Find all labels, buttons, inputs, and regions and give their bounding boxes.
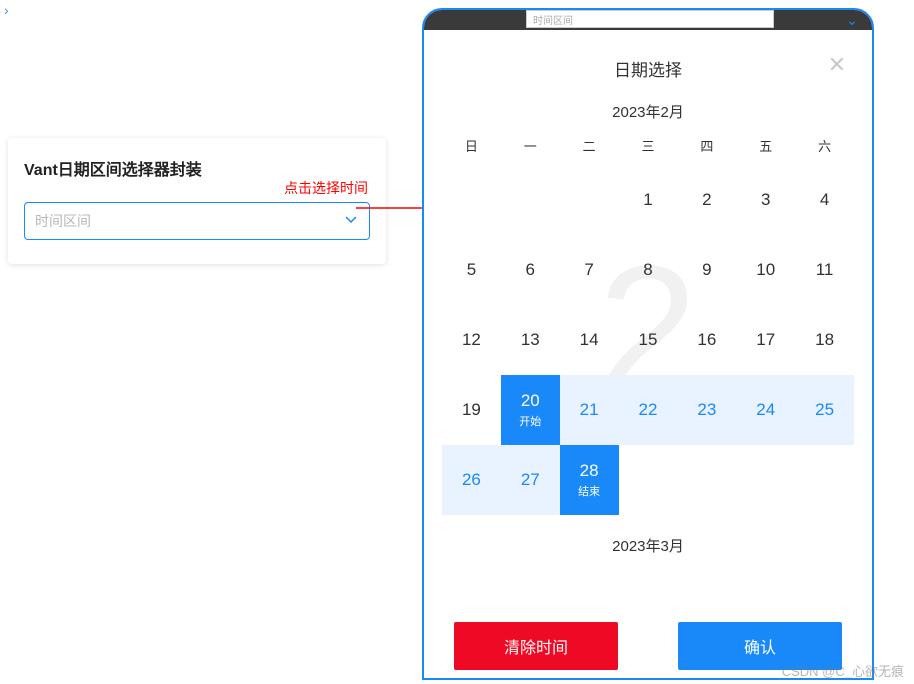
- calendar-cell-empty: [501, 165, 560, 235]
- weekday-label: 五: [736, 136, 795, 155]
- picker-card-title: Vant日期区间选择器封装: [24, 156, 370, 180]
- day-sublabel: 结束: [578, 483, 600, 499]
- weekday-label: 二: [560, 136, 619, 155]
- calendar-day[interactable]: 11: [795, 235, 854, 305]
- calendar-month-label: 2023年2月: [432, 89, 864, 130]
- calendar-day[interactable]: 28 结束: [560, 445, 619, 515]
- day-number: 15: [639, 330, 658, 350]
- calendar-day[interactable]: 26: [442, 445, 501, 515]
- calendar-inner: 日期选择 ✕ 2023年2月 日一二三四五六 2 123456789101112…: [432, 36, 864, 678]
- chevron-down-icon: ⌄: [846, 12, 858, 29]
- calendar-day[interactable]: 10: [736, 235, 795, 305]
- day-number: 11: [816, 260, 834, 280]
- day-number: 19: [462, 400, 481, 420]
- calendar-day[interactable]: 12: [442, 305, 501, 375]
- day-number: 4: [820, 190, 829, 210]
- day-number: 16: [697, 330, 716, 350]
- calendar-day[interactable]: 9: [677, 235, 736, 305]
- weekday-label: 三: [619, 136, 678, 155]
- day-number: 12: [462, 330, 481, 350]
- close-icon[interactable]: ✕: [828, 54, 846, 76]
- date-range-input[interactable]: 时间区间: [24, 202, 370, 240]
- calendar-panel: 时间区间 ⌄ 日期选择 ✕ 2023年2月 日一二三四五六 2 12345678…: [422, 8, 874, 680]
- calendar-day[interactable]: 3: [736, 165, 795, 235]
- day-number: 24: [756, 400, 775, 420]
- calendar-body: 2 1234567891011121314151617181920开始21222…: [432, 165, 864, 515]
- day-number: 10: [756, 260, 775, 280]
- date-range-placeholder: 时间区间: [35, 211, 91, 231]
- day-number: 6: [526, 260, 535, 280]
- day-number: 2: [702, 190, 711, 210]
- calendar-day[interactable]: 21: [560, 375, 619, 445]
- clear-button[interactable]: 清除时间: [454, 622, 618, 670]
- calendar-title: 日期选择: [614, 61, 682, 80]
- calendar-day[interactable]: 24: [736, 375, 795, 445]
- picker-card: Vant日期区间选择器封装 时间区间: [8, 138, 386, 264]
- weekday-label: 六: [795, 136, 854, 155]
- day-number: 1: [643, 190, 652, 210]
- calendar-day[interactable]: 7: [560, 235, 619, 305]
- day-number: 7: [584, 260, 593, 280]
- calendar-day[interactable]: 4: [795, 165, 854, 235]
- day-number: 22: [639, 400, 658, 420]
- page-watermark: CSDN @C_心欲无痕: [782, 661, 904, 680]
- calendar-day[interactable]: 1: [619, 165, 678, 235]
- weekday-label: 四: [677, 136, 736, 155]
- calendar-day[interactable]: 19: [442, 375, 501, 445]
- calendar-day[interactable]: 2: [677, 165, 736, 235]
- background-input-peek: 时间区间: [526, 10, 774, 28]
- calendar-weekdays: 日一二三四五六: [432, 130, 864, 165]
- calendar-next-month-label: 2023年3月: [432, 515, 864, 570]
- annotation-label: 点击选择时间: [284, 178, 368, 198]
- calendar-day[interactable]: 16: [677, 305, 736, 375]
- calendar-grid: 1234567891011121314151617181920开始2122232…: [442, 165, 854, 515]
- calendar-day[interactable]: 13: [501, 305, 560, 375]
- day-number: 17: [756, 330, 775, 350]
- day-number: 21: [580, 400, 599, 420]
- day-number: 26: [462, 470, 481, 490]
- day-number: 13: [521, 330, 540, 350]
- day-number: 5: [467, 260, 476, 280]
- calendar-day[interactable]: 22: [619, 375, 678, 445]
- day-number: 27: [521, 470, 540, 490]
- weekday-label: 一: [501, 136, 560, 155]
- day-number: 23: [697, 400, 716, 420]
- day-number: 3: [761, 190, 770, 210]
- day-number: 25: [815, 400, 834, 420]
- calendar-day[interactable]: 6: [501, 235, 560, 305]
- calendar-day[interactable]: 5: [442, 235, 501, 305]
- day-number: 18: [815, 330, 834, 350]
- calendar-day[interactable]: 15: [619, 305, 678, 375]
- calendar-cell-empty: [560, 165, 619, 235]
- calendar-day[interactable]: 20 开始: [501, 375, 560, 445]
- day-number: 28: [580, 461, 599, 481]
- calendar-day[interactable]: 18: [795, 305, 854, 375]
- calendar-day[interactable]: 25: [795, 375, 854, 445]
- calendar-day[interactable]: 23: [677, 375, 736, 445]
- calendar-day[interactable]: 17: [736, 305, 795, 375]
- page-back-chevron: ›: [4, 2, 9, 18]
- calendar-header: 日期选择 ✕: [432, 36, 864, 89]
- background-strip: 时间区间 ⌄: [424, 10, 872, 30]
- day-number: 14: [580, 330, 599, 350]
- day-sublabel: 开始: [519, 413, 541, 429]
- calendar-day[interactable]: 27: [501, 445, 560, 515]
- weekday-label: 日: [442, 136, 501, 155]
- calendar-day[interactable]: 8: [619, 235, 678, 305]
- calendar-cell-empty: [442, 165, 501, 235]
- day-number: 20: [521, 391, 540, 411]
- calendar-day[interactable]: 14: [560, 305, 619, 375]
- day-number: 9: [702, 260, 711, 280]
- day-number: 8: [643, 260, 652, 280]
